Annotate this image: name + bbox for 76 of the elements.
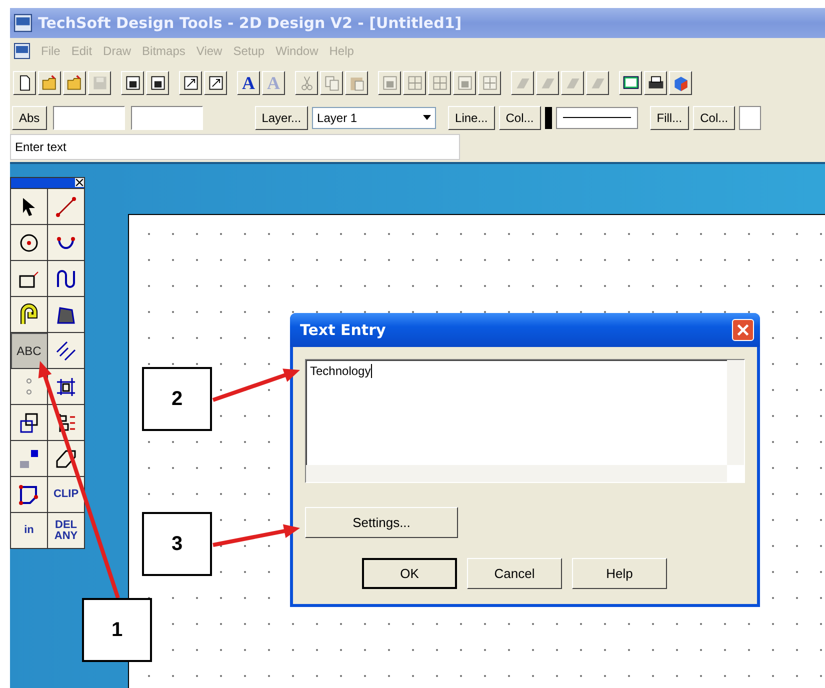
toolbar-button[interactable] (204, 71, 227, 95)
toolbar-button[interactable] (146, 71, 169, 95)
fill-button[interactable]: Fill... (650, 106, 690, 130)
toolbar-button[interactable] (619, 71, 642, 95)
copy-icon (322, 74, 340, 92)
toolbar-button[interactable] (63, 71, 86, 95)
line-icon (54, 194, 78, 218)
toolbar-button[interactable] (179, 71, 202, 95)
tool-button[interactable] (48, 225, 84, 260)
frames-icon (148, 74, 166, 92)
tool-button[interactable] (48, 261, 84, 296)
dialog-button[interactable]: OK (362, 558, 457, 589)
arc-icon (56, 236, 76, 249)
tool-button[interactable] (11, 441, 47, 476)
cube-icon (672, 74, 690, 92)
vertical-scrollbar[interactable] (727, 360, 744, 465)
window-title: TechSoft Design Tools - 2D Design V2 - [Untitled1] (38, 14, 462, 32)
dropdown-arrow-icon (423, 115, 432, 120)
x-coordinate-field[interactable] (52, 106, 125, 130)
frames-icon (456, 74, 474, 92)
toolbar-button[interactable]: A (237, 71, 260, 95)
close-icon[interactable] (75, 178, 84, 187)
frames-icon (124, 74, 142, 92)
cross-icon (480, 74, 498, 92)
polygon-icon (17, 482, 41, 506)
layer-button[interactable]: Layer... (254, 106, 308, 130)
toolbar-button[interactable] (121, 71, 144, 95)
frames-icon (380, 74, 398, 92)
callout-number: 1 (82, 598, 152, 662)
callout-number: 3 (142, 512, 212, 576)
close-icon (737, 324, 749, 336)
tool-button[interactable]: ABC (11, 333, 47, 368)
folder-icon (66, 74, 84, 92)
document-icon (14, 43, 30, 59)
line-color-swatch (544, 106, 552, 128)
toolbar-button[interactable] (13, 71, 36, 95)
horizontal-scrollbar[interactable] (306, 465, 727, 482)
line-button[interactable]: Line... (448, 106, 495, 130)
y-coordinate-field[interactable] (130, 106, 203, 130)
close-button[interactable] (732, 319, 754, 341)
dialog-button[interactable]: Help (572, 558, 667, 589)
tool-button[interactable] (11, 405, 47, 440)
resize-icon (182, 74, 200, 92)
entered-text: Technology (310, 364, 371, 378)
tool-button[interactable]: in (11, 513, 47, 548)
tool-button[interactable] (48, 297, 84, 332)
tool-button[interactable] (11, 189, 47, 224)
text-input-field[interactable]: Enter text (10, 134, 460, 160)
toolbar-button[interactable] (38, 71, 61, 95)
dialog-button[interactable]: Cancel (467, 558, 562, 589)
dialog-title: Text Entry (300, 321, 386, 339)
layer-dropdown[interactable]: Layer 1 (312, 106, 436, 128)
tool-button[interactable] (11, 261, 47, 296)
tool-button[interactable] (48, 369, 84, 404)
app-icon (14, 14, 32, 32)
points-icon (26, 378, 32, 395)
folder-icon (40, 74, 58, 92)
line-color-button[interactable]: Col... (498, 106, 541, 130)
tool-button[interactable] (48, 333, 84, 368)
tool-button[interactable] (11, 477, 47, 512)
line-style-field[interactable] (556, 106, 638, 128)
tool-button[interactable] (11, 225, 47, 260)
text-entry-field[interactable]: Technology (305, 359, 745, 483)
tool-button[interactable]: CLIP (48, 477, 84, 512)
tool-button[interactable]: DEL ANY (48, 513, 84, 548)
abs-button[interactable]: Abs (12, 106, 47, 130)
callout-number: 2 (142, 367, 212, 431)
resize-icon (206, 74, 224, 92)
toolbar-button[interactable] (644, 71, 667, 95)
fill-color-swatch (739, 106, 762, 130)
fill-color-button[interactable]: Col... (693, 106, 736, 130)
tool-button[interactable] (11, 297, 47, 332)
settings-button[interactable]: Settings... (305, 507, 458, 538)
monitor-icon (622, 74, 640, 92)
toolbar-button[interactable] (669, 71, 692, 95)
dimension-icon (54, 338, 78, 362)
